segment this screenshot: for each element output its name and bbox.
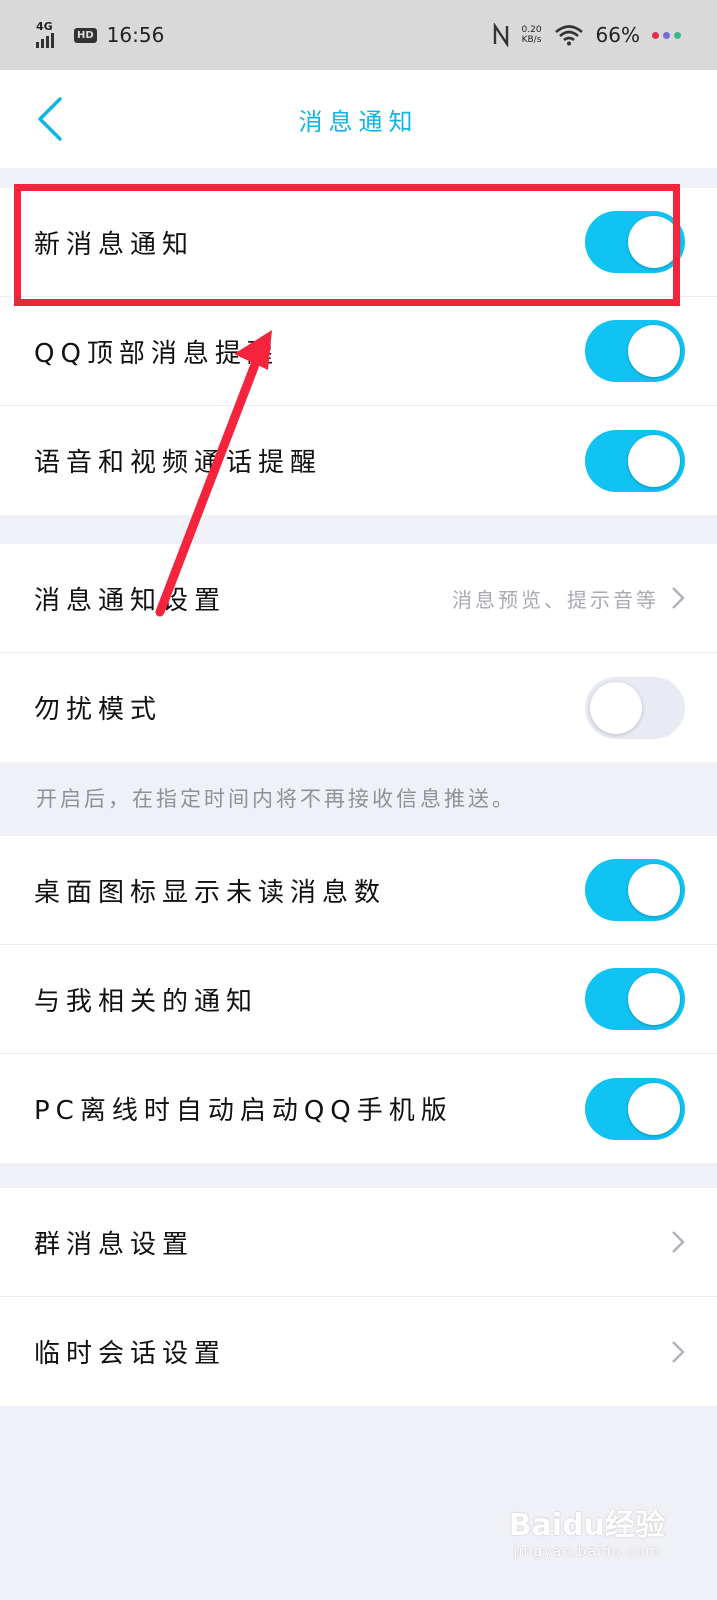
watermark-url: jingyan.baidu.com	[513, 1544, 660, 1560]
watermark-brand: Baidu经验	[508, 1508, 665, 1543]
annotation-arrow	[155, 330, 272, 617]
baidu-watermark: Baidu经验 jingyan.baidu.com	[509, 1500, 665, 1560]
